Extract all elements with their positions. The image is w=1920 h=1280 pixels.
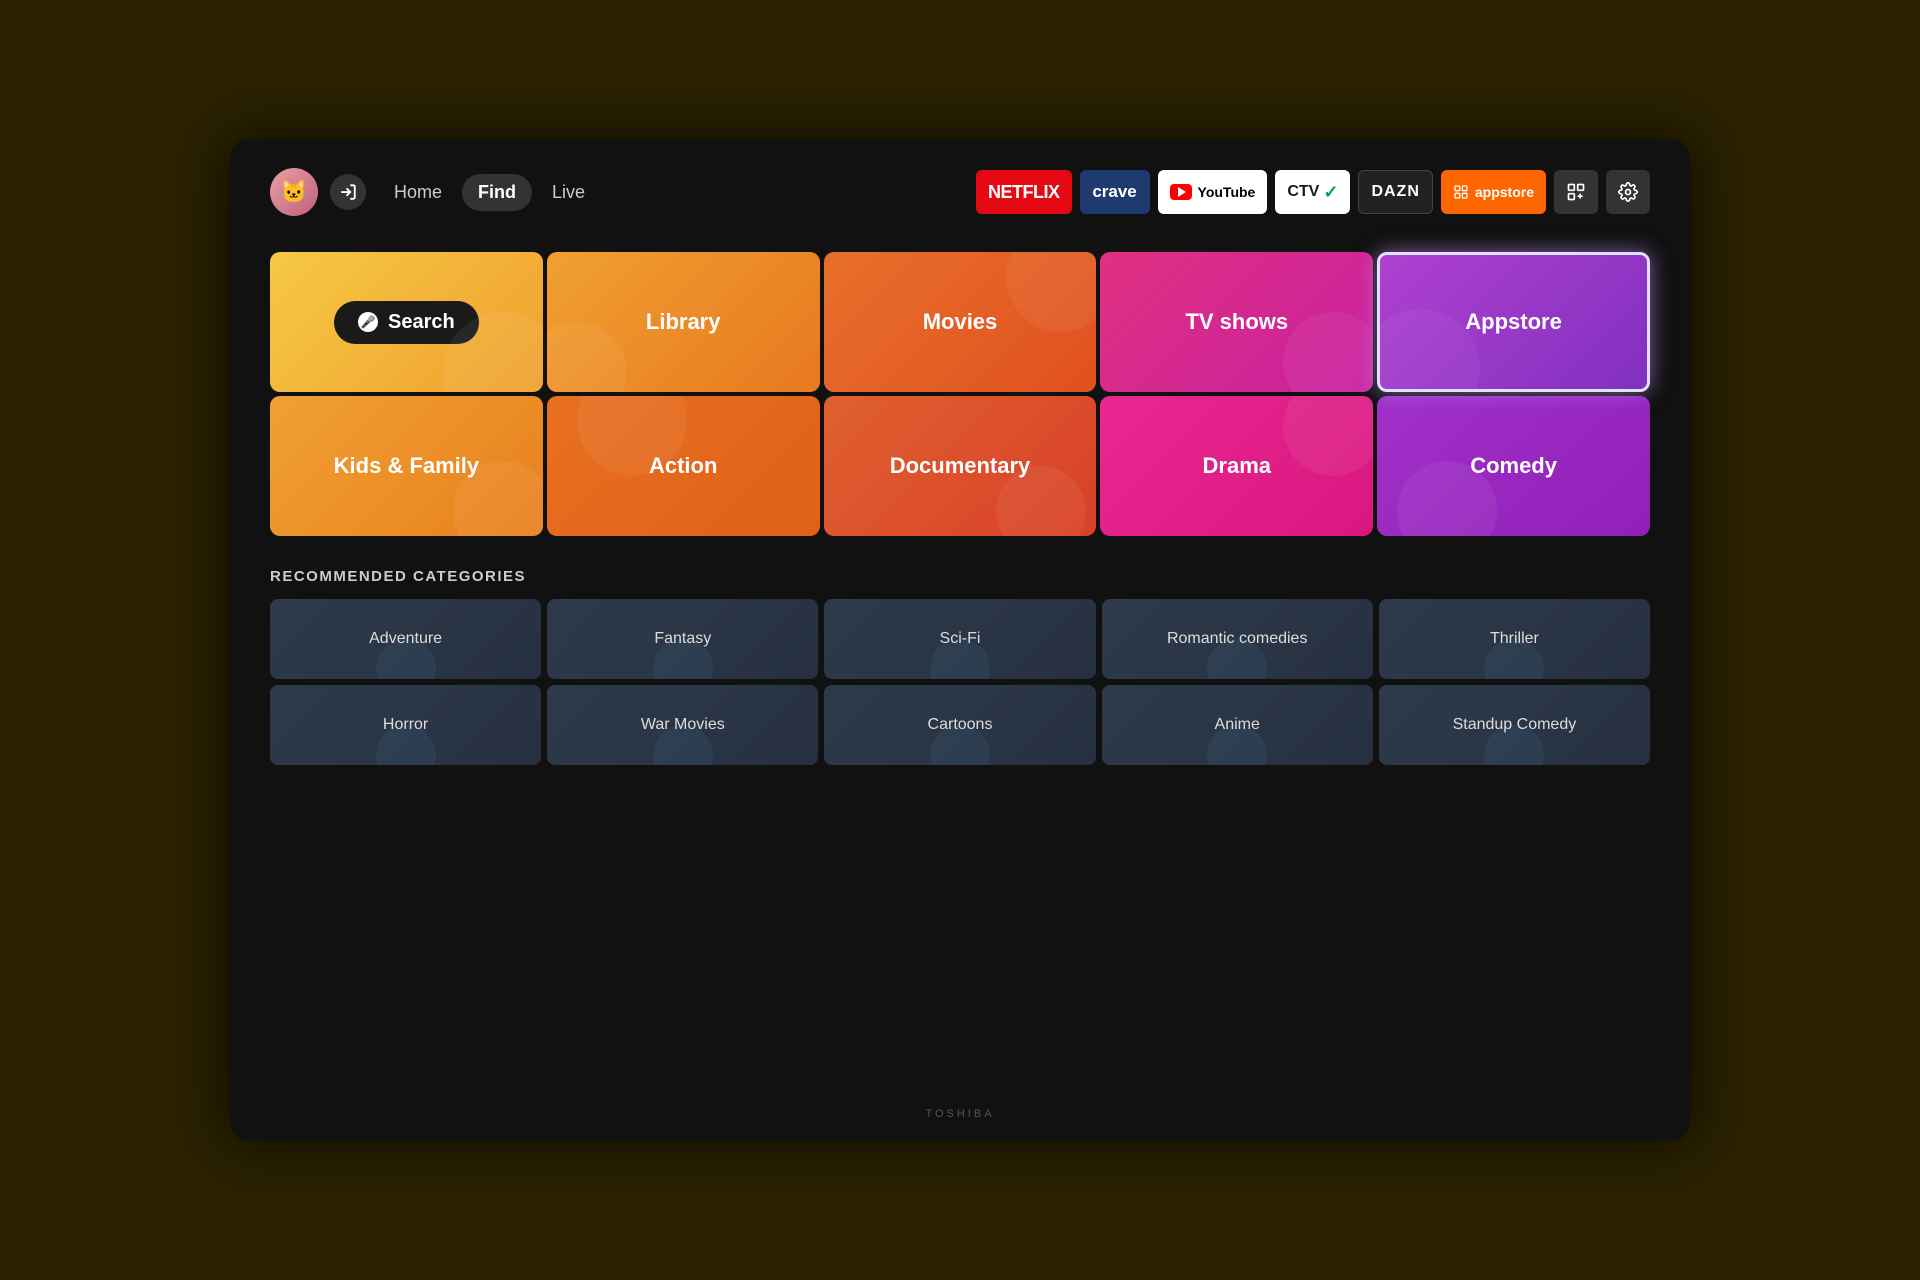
tv-frame: 🐱 Home Find Live NETFLIX crave (230, 140, 1690, 1140)
navbar: 🐱 Home Find Live NETFLIX crave (242, 152, 1678, 232)
ctv-app[interactable]: CTV ✓ (1275, 170, 1350, 214)
crave-app[interactable]: crave (1080, 170, 1150, 214)
nav-home[interactable]: Home (378, 174, 458, 211)
settings-button[interactable] (1606, 170, 1650, 214)
search-label: Search (388, 311, 455, 334)
documentary-label: Documentary (890, 453, 1031, 479)
signin-icon[interactable] (330, 174, 366, 210)
rec-romantic-comedies[interactable]: Romantic comedies (1102, 599, 1373, 679)
ctv-checkmark-icon: ✓ (1323, 182, 1338, 203)
rec-fantasy[interactable]: Fantasy (547, 599, 818, 679)
rec-war-movies[interactable]: War Movies (547, 685, 818, 765)
rec-cartoons[interactable]: Cartoons (824, 685, 1095, 765)
tv-brand: TOSHIBA (925, 1108, 994, 1120)
appstore-nav-app[interactable]: appstore (1441, 170, 1546, 214)
recommended-grid: Adventure Fantasy Sci-Fi Romantic comedi… (270, 599, 1650, 765)
drama-tile[interactable]: Drama (1100, 396, 1373, 536)
library-label: Library (646, 309, 721, 335)
appstore-tile-label: Appstore (1465, 309, 1562, 335)
rec-scifi[interactable]: Sci-Fi (824, 599, 1095, 679)
tvshows-label: TV shows (1185, 309, 1288, 335)
avatar[interactable]: 🐱 (270, 168, 318, 216)
settings-icon (1618, 182, 1638, 202)
add-apps-button[interactable] (1554, 170, 1598, 214)
rec-adventure[interactable]: Adventure (270, 599, 541, 679)
comedy-label: Comedy (1470, 453, 1557, 479)
comedy-tile[interactable]: Comedy (1377, 396, 1650, 536)
action-label: Action (649, 453, 717, 479)
netflix-app[interactable]: NETFLIX (976, 170, 1072, 214)
dazn-app[interactable]: DAZN (1358, 170, 1432, 214)
documentary-tile[interactable]: Documentary (824, 396, 1097, 536)
tvshows-tile[interactable]: TV shows (1100, 252, 1373, 392)
appstore-nav-icon (1453, 184, 1469, 200)
kids-tile[interactable]: Kids & Family (270, 396, 543, 536)
category-grid: 🎤 Search Library Movies TV sh (270, 252, 1650, 536)
youtube-app[interactable]: YouTube (1158, 170, 1268, 214)
nav-links: Home Find Live (378, 174, 601, 211)
main-content: 🎤 Search Library Movies TV sh (242, 232, 1678, 785)
mic-icon: 🎤 (358, 312, 378, 332)
recommended-section: RECOMMENDED CATEGORIES Adventure Fantasy… (270, 568, 1650, 765)
rec-horror[interactable]: Horror (270, 685, 541, 765)
youtube-icon (1170, 184, 1192, 200)
rec-thriller[interactable]: Thriller (1379, 599, 1650, 679)
rec-anime[interactable]: Anime (1102, 685, 1373, 765)
search-tile[interactable]: 🎤 Search (270, 252, 543, 392)
appstore-tile[interactable]: Appstore (1377, 252, 1650, 392)
movies-tile[interactable]: Movies (824, 252, 1097, 392)
action-tile[interactable]: Action (547, 396, 820, 536)
tv-screen: 🐱 Home Find Live NETFLIX crave (242, 152, 1678, 1128)
movies-label: Movies (923, 309, 998, 335)
drama-label: Drama (1203, 453, 1271, 479)
kids-label: Kids & Family (334, 453, 479, 479)
library-tile[interactable]: Library (547, 252, 820, 392)
recommended-title: RECOMMENDED CATEGORIES (270, 568, 1650, 585)
nav-apps: NETFLIX crave YouTube CTV ✓ DAZN (976, 170, 1650, 214)
add-apps-icon (1566, 182, 1586, 202)
nav-find[interactable]: Find (462, 174, 532, 211)
nav-live[interactable]: Live (536, 174, 601, 211)
rec-standup-comedy[interactable]: Standup Comedy (1379, 685, 1650, 765)
